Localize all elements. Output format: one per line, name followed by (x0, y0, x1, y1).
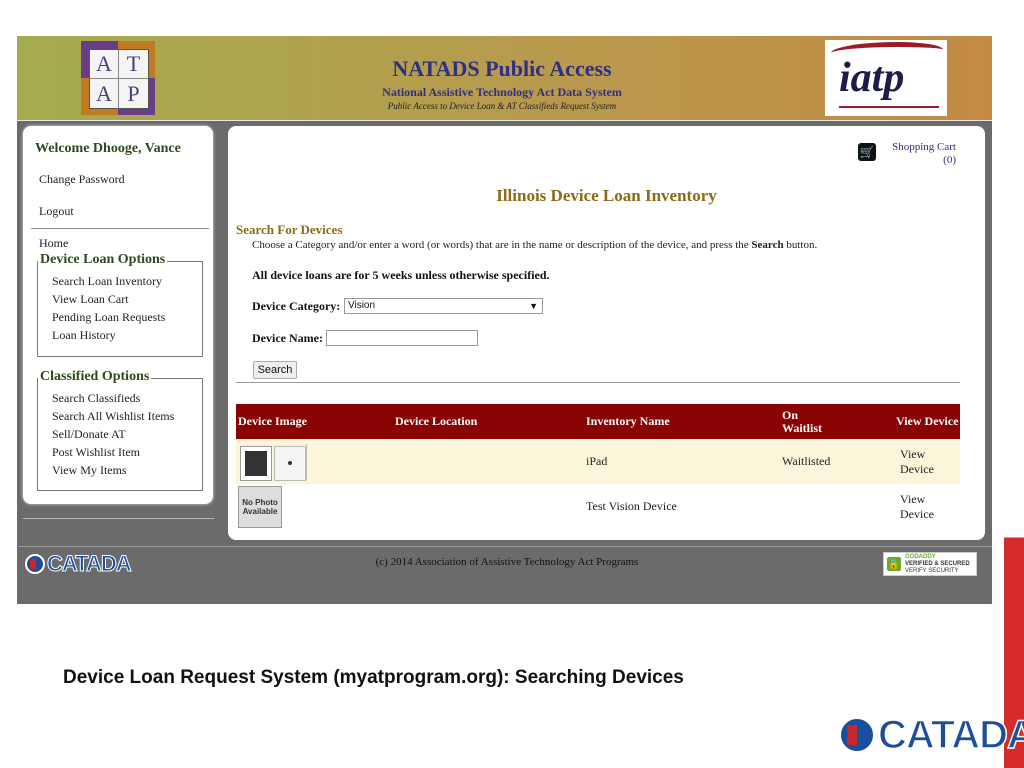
lock-icon: 🔒 (887, 557, 901, 571)
device-name-label: Device Name: (252, 331, 323, 345)
chevron-down-icon: ▼ (529, 301, 538, 311)
logo-letter: A (90, 50, 119, 79)
site-title: NATADS Public Access (392, 56, 612, 81)
site-subtitle: National Assistive Technology Act Data S… (382, 85, 622, 99)
shopping-cart-icon[interactable]: 🛒 (858, 143, 876, 161)
badge-bottom-text: VERIFY SECURITY (905, 567, 959, 574)
search-divider (236, 382, 960, 383)
sidebar-item-search-wishlist[interactable]: Search All Wishlist Items (52, 409, 174, 424)
sidebar-item-sell-donate[interactable]: Sell/Donate AT (52, 427, 126, 442)
logo-letter: P (127, 80, 140, 106)
device-image-back[interactable] (274, 446, 306, 481)
shopping-cart-count: (0) (943, 154, 956, 166)
sidebar-item-view-loan-cart[interactable]: View Loan Cart (52, 292, 129, 307)
search-instructions-bold: Search (751, 239, 784, 251)
logo-letter: A (90, 79, 119, 108)
badge-mid-text: VERIFIED & SECURED (905, 560, 970, 567)
header-device-image: Device Image (238, 414, 307, 428)
device-category-select[interactable]: Vision ▼ (344, 298, 543, 314)
home-link[interactable]: Home (39, 236, 68, 251)
sidebar-item-search-classifieds[interactable]: Search Classifieds (52, 391, 140, 406)
catada-logo-icon (838, 716, 876, 754)
device-name-input[interactable] (326, 330, 478, 346)
change-password-link[interactable]: Change Password (39, 172, 125, 187)
table-header: Device Image Device Location Inventory N… (236, 404, 960, 439)
search-instructions-pre: Choose a Category and/or enter a word (o… (252, 239, 752, 251)
header-device-location: Device Location (395, 414, 478, 428)
view-device-link[interactable]: View Device (900, 484, 960, 529)
copyright-text: (c) 2014 Association of Assistive Techno… (375, 556, 639, 568)
godaddy-security-badge[interactable]: 🔒 GODADDY VERIFIED & SECURED VERIFY SECU… (883, 552, 977, 576)
site-tagline: Public Access to Device Loan & AT Classi… (387, 101, 617, 111)
shopping-cart-link[interactable]: Shopping Cart (0) (878, 141, 956, 167)
sidebar-item-search-loan-inventory[interactable]: Search Loan Inventory (52, 274, 162, 289)
sidebar-item-post-wishlist[interactable]: Post Wishlist Item (52, 445, 140, 460)
sidebar-footer-line (23, 518, 214, 519)
search-instructions-post: button. (783, 239, 818, 251)
search-button[interactable]: Search (253, 361, 297, 379)
classified-options: Classified Options Search Classifieds Se… (37, 369, 203, 491)
device-table: Device Image Device Location Inventory N… (236, 404, 960, 529)
sidebar: Welcome Dhooge, Vance Change Password Lo… (23, 126, 213, 504)
header-view-device: View Device (896, 414, 959, 428)
welcome-text: Welcome Dhooge, Vance (35, 141, 181, 156)
shopping-cart-label: Shopping Cart (892, 141, 956, 153)
catada-logo-text: CATADA (877, 712, 1024, 758)
search-heading: Search For Devices (236, 222, 343, 237)
logout-link[interactable]: Logout (39, 204, 74, 219)
page-title: Illinois Device Loan Inventory (496, 186, 717, 205)
main-panel: 🛒 Shopping Cart (0) Illinois Device Loan… (228, 126, 985, 540)
sidebar-item-view-my-items[interactable]: View My Items (52, 463, 127, 478)
device-loan-options: Device Loan Options Search Loan Inventor… (37, 252, 203, 357)
sidebar-item-pending-loan-requests[interactable]: Pending Loan Requests (52, 310, 165, 325)
no-photo-placeholder[interactable]: No Photo Available (238, 486, 282, 528)
cell-inventory-name: Test Vision Device (586, 499, 677, 513)
browser-screenshot: A T A P NATADS Public Access National As… (17, 36, 992, 604)
slide-accent-bar (1004, 0, 1024, 768)
logo-letter: T (119, 50, 148, 79)
badge-top-text: GODADDY (905, 553, 936, 560)
catada-logo-text: CATADA (47, 551, 133, 577)
sidebar-divider (31, 228, 209, 229)
atap-logo[interactable]: A T A P (81, 41, 155, 115)
slide-caption: Device Loan Request System (myatprogram.… (63, 667, 684, 688)
search-instructions: Choose a Category and/or enter a word (o… (252, 239, 817, 251)
loan-duration-note: All device loans are for 5 weeks unless … (252, 268, 550, 282)
cell-waitlist: Waitlisted (782, 454, 831, 468)
header-inventory-name: Inventory Name (586, 414, 670, 428)
header-on-waitlist: On Waitlist (782, 407, 823, 435)
footer-divider (17, 546, 992, 547)
device-loan-options-legend: Device Loan Options (38, 252, 168, 268)
cell-inventory-name: iPad (586, 454, 608, 468)
classified-options-legend: Classified Options (38, 369, 152, 385)
table-row: No Photo Available Test Vision Device Vi… (236, 484, 960, 529)
device-image-front[interactable] (240, 446, 272, 481)
catada-logo-icon (25, 554, 45, 574)
catada-footer-logo[interactable]: CATADA (25, 551, 133, 577)
site-header: A T A P NATADS Public Access National As… (17, 36, 992, 121)
device-image-edge (306, 444, 307, 480)
table-row: iPad Waitlisted View Device (236, 439, 960, 484)
iatp-logo[interactable]: iatp (825, 40, 947, 116)
iatp-logo-text: iatp (839, 55, 905, 101)
view-device-link[interactable]: View Device (900, 439, 960, 484)
device-category-value: Vision (348, 300, 376, 311)
device-category-label: Device Category: (252, 299, 341, 313)
sidebar-item-loan-history[interactable]: Loan History (52, 328, 116, 343)
catada-slide-logo: CATADA (838, 712, 1024, 758)
